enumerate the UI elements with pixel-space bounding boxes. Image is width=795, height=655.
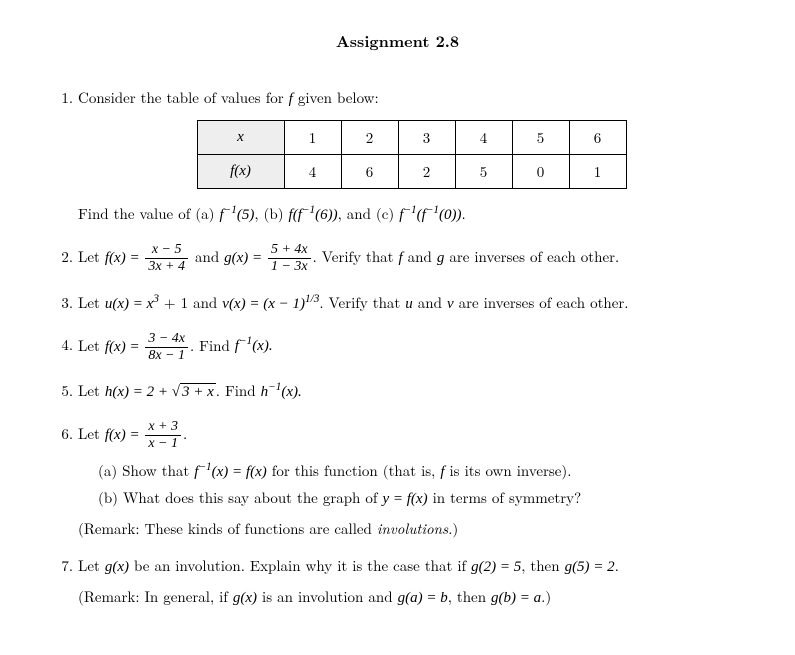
table-cell: 3 bbox=[398, 121, 455, 155]
table-cell: 2 bbox=[398, 155, 455, 189]
math: g(x) bbox=[233, 590, 257, 606]
text: . Verify that bbox=[313, 246, 399, 267]
problem-6: Let f(x) = x + 3x − 1. (a) Show that f−1… bbox=[78, 419, 745, 539]
text: and bbox=[403, 246, 437, 267]
sqrt: √3 + x bbox=[172, 383, 216, 400]
subpart-b: (b) What does this say about the graph o… bbox=[98, 487, 745, 510]
math: y = f(x) bbox=[382, 491, 427, 507]
table-cell: 4 bbox=[284, 155, 341, 189]
fraction: x − 53x + 4 bbox=[145, 242, 188, 275]
table-header-fx: f(x) bbox=[197, 155, 284, 189]
text: + 1 and bbox=[159, 292, 222, 313]
math: f(x) = bbox=[105, 250, 143, 266]
math: g(2) = 5 bbox=[471, 559, 521, 575]
math: f−1(5) bbox=[219, 207, 254, 223]
math: g(a) = b bbox=[398, 590, 448, 606]
text: .) bbox=[448, 518, 458, 539]
text: (b) What does this say about the graph o… bbox=[98, 487, 382, 508]
table-cell: 6 bbox=[341, 155, 398, 189]
text: Find the value of (a) bbox=[78, 203, 219, 224]
text: are inverses of each other. bbox=[454, 292, 629, 313]
math: f−1(x) = f(x) bbox=[194, 464, 266, 480]
problem-list: Consider the table of values for f given… bbox=[50, 87, 745, 609]
term: involutions bbox=[377, 518, 448, 539]
q1-intro2: given below: bbox=[293, 87, 379, 108]
math: g(5) = 2 bbox=[565, 559, 615, 575]
math: f(f−1(6)) bbox=[289, 207, 338, 223]
table-cell: 5 bbox=[455, 155, 512, 189]
problem-4: Let f(x) = 3 − 4x8x − 1. Find f−1(x). bbox=[78, 331, 745, 364]
math: f(x) = bbox=[105, 427, 143, 443]
fraction: 5 + 4x1 − 3x bbox=[268, 242, 311, 275]
text: , and (c) bbox=[338, 203, 400, 224]
math: f(x) = bbox=[105, 338, 143, 354]
text: . Find bbox=[190, 334, 235, 355]
q1-find: Find the value of (a) f−1(5), (b) f(f−1(… bbox=[78, 203, 745, 226]
page-title: Assignment 2.8 bbox=[50, 30, 745, 52]
text: . Verify that bbox=[319, 292, 405, 313]
problem-7: Let g(x) be an involution. Explain why i… bbox=[78, 555, 745, 609]
math: v(x) = (x − 1)1/3 bbox=[222, 296, 319, 312]
table-cell: 5 bbox=[512, 121, 569, 155]
text: is an involution and bbox=[257, 586, 398, 607]
math: h−1(x). bbox=[261, 384, 302, 400]
subpart-a: (a) Show that f−1(x) = f(x) for this fun… bbox=[98, 460, 745, 483]
math: h(x) = 2 + bbox=[105, 384, 172, 400]
values-table: x 1 2 3 4 5 6 f(x) 4 6 2 5 0 1 bbox=[197, 120, 627, 189]
text: . bbox=[183, 423, 187, 444]
math: f−1(x). bbox=[235, 338, 273, 354]
text: Let bbox=[78, 334, 105, 355]
remark: (Remark: In general, if g(x) is an invol… bbox=[78, 586, 745, 609]
math: g(b) = a bbox=[491, 590, 541, 606]
text: .) bbox=[541, 586, 551, 607]
problem-2: Let f(x) = x − 53x + 4 and g(x) = 5 + 4x… bbox=[78, 242, 745, 275]
text: Let bbox=[78, 246, 105, 267]
table-header-x: x bbox=[197, 121, 284, 155]
text: Let bbox=[78, 292, 105, 313]
remark: (Remark: These kinds of functions are ca… bbox=[78, 518, 745, 539]
text: is its own inverse). bbox=[445, 460, 572, 481]
fraction: x + 3x − 1 bbox=[145, 419, 181, 452]
table-cell: 2 bbox=[341, 121, 398, 155]
text: (Remark: In general, if bbox=[78, 586, 233, 607]
table-cell: 1 bbox=[569, 155, 626, 189]
text: in terms of symmetry? bbox=[428, 487, 582, 508]
math: u bbox=[405, 296, 413, 312]
problem-1: Consider the table of values for f given… bbox=[78, 87, 745, 226]
q1-intro: Consider the table of values for bbox=[78, 87, 289, 108]
text: (a) Show that bbox=[98, 460, 194, 481]
table-cell: 4 bbox=[455, 121, 512, 155]
math: v bbox=[447, 296, 454, 312]
text: are inverses of each other. bbox=[444, 246, 619, 267]
math: f−1(f−1(0)) bbox=[399, 207, 461, 223]
text: and bbox=[190, 246, 224, 267]
text: and bbox=[413, 292, 447, 313]
text: . bbox=[615, 555, 619, 576]
text: , then bbox=[448, 586, 491, 607]
subparts: (a) Show that f−1(x) = f(x) for this fun… bbox=[98, 460, 745, 510]
text: Let bbox=[78, 380, 105, 401]
fraction: 3 − 4x8x − 1 bbox=[145, 331, 188, 364]
table-cell: 1 bbox=[284, 121, 341, 155]
text: for this function (that is, bbox=[267, 460, 441, 481]
text: , then bbox=[521, 555, 564, 576]
text: Let bbox=[78, 423, 105, 444]
table-cell: 0 bbox=[512, 155, 569, 189]
table-cell: 6 bbox=[569, 121, 626, 155]
text: . Find bbox=[216, 380, 261, 401]
text: (Remark: These kinds of functions are ca… bbox=[78, 518, 377, 539]
text: . bbox=[462, 203, 466, 224]
problem-3: Let u(x) = x3 + 1 and v(x) = (x − 1)1/3.… bbox=[78, 292, 745, 315]
text: , (b) bbox=[254, 203, 288, 224]
problem-5: Let h(x) = 2 + √3 + x. Find h−1(x). bbox=[78, 380, 745, 403]
math: g(x) = bbox=[224, 250, 266, 266]
text: Let bbox=[78, 555, 105, 576]
text: be an involution. Explain why it is the … bbox=[129, 555, 471, 576]
math: u(x) = x3 bbox=[105, 296, 159, 312]
math: g(x) bbox=[105, 559, 129, 575]
